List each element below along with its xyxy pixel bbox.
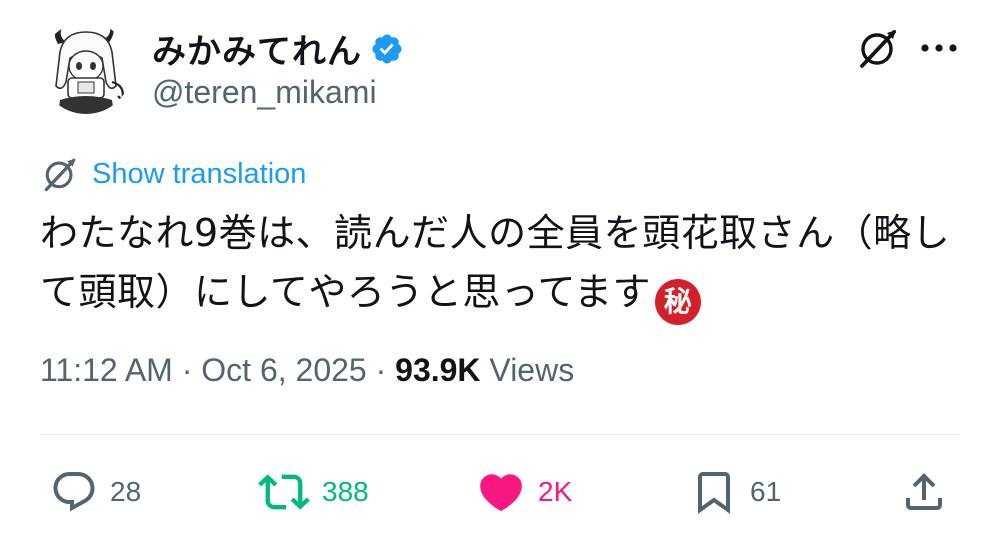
repost-icon: [258, 474, 310, 510]
show-translation-link[interactable]: Show translation: [40, 154, 306, 194]
share-icon: [906, 473, 942, 510]
meta-separator: ·: [181, 352, 193, 388]
avatar[interactable]: [40, 22, 132, 114]
avatar-illustration: [40, 22, 132, 114]
bookmark-count: 61: [750, 476, 782, 507]
show-translation-label[interactable]: Show translation: [92, 158, 306, 191]
grok-translate-icon: [44, 158, 76, 192]
like-count: 2K: [538, 476, 573, 507]
action-bar: 28 388 2K 61: [0, 460, 1000, 524]
verified-badge-icon: [372, 33, 402, 64]
tweet-text: わたなれ9巻は、読んだ人の全員を頭花取さん（略して頭取）にしてやろうと思ってます…: [40, 204, 970, 325]
reply-count: 28: [110, 476, 142, 507]
grok-icon[interactable]: [856, 26, 900, 70]
share-button[interactable]: [900, 460, 948, 524]
reply-button[interactable]: 28: [50, 460, 141, 524]
heart-icon: [480, 474, 522, 512]
user-handle[interactable]: @teren_mikami: [152, 74, 377, 111]
tweet-body: わたなれ9巻は、読んだ人の全員を頭花取さん（略して頭取）にしてやろうと思ってます: [40, 211, 951, 314]
tweet-time[interactable]: 11:12 AM: [40, 352, 173, 388]
author-name-row[interactable]: みかみてれん: [152, 24, 404, 73]
repost-button[interactable]: 388: [258, 460, 369, 524]
meta-separator: ·: [375, 352, 387, 388]
display-name[interactable]: みかみてれん: [152, 24, 362, 73]
bookmark-icon: [698, 472, 730, 514]
bookmark-button[interactable]: 61: [690, 460, 781, 524]
more-icon[interactable]: [914, 28, 964, 68]
tweet-date[interactable]: Oct 6, 2025: [201, 352, 366, 388]
reply-icon: [53, 472, 95, 512]
views-label: Views: [489, 352, 575, 388]
like-button[interactable]: 2K: [476, 460, 572, 524]
tweet-meta: 11:12 AM · Oct 6, 2025 · 93.9K Views: [40, 352, 574, 389]
views-count[interactable]: 93.9K: [395, 352, 480, 388]
secret-emoji: 秘: [655, 278, 702, 325]
divider: [40, 434, 960, 435]
repost-count: 388: [322, 476, 369, 507]
